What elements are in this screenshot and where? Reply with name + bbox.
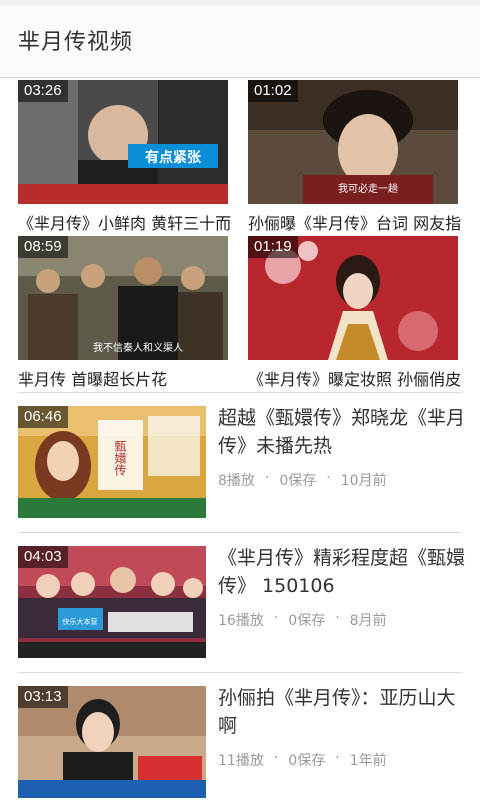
video-title[interactable]: 孙俪拍《芈月传》：亚历山大啊 [218, 684, 466, 740]
duration-badge: 08:59 [18, 236, 68, 258]
meta-separator: · [335, 610, 340, 626]
divider [18, 392, 462, 393]
video-title[interactable]: 《芈月传》小鲜肉 黄轩三十而 [18, 210, 232, 234]
video-title[interactable]: 《芈月传》精彩程度超《甄嬛传》 150106 [218, 544, 466, 600]
video-meta: 8播放 · 0保存 · 10月前 [218, 470, 387, 490]
upload-time: 8月前 [349, 613, 387, 629]
svg-text:有点紧张: 有点紧张 [145, 149, 202, 166]
video-thumbnail[interactable]: 03:13 [18, 686, 206, 798]
svg-text:我不信秦人和义渠人: 我不信秦人和义渠人 [93, 341, 183, 354]
page-title: 芈月传视频 [18, 30, 134, 55]
meta-separator: · [273, 750, 279, 766]
duration-badge: 03:26 [18, 80, 68, 102]
video-thumbnail[interactable]: 快乐大本营 04:03 [18, 546, 206, 658]
meta-separator: · [273, 610, 279, 626]
video-title[interactable]: 超越《甄嬛传》郑晓龙《芈月传》未播先热 [218, 404, 466, 460]
duration-badge: 04:03 [18, 546, 68, 568]
upload-time: 10月前 [340, 473, 387, 489]
save-count: 0保存 [288, 753, 326, 769]
meta-separator: · [264, 470, 270, 486]
divider [18, 672, 462, 673]
svg-text:快乐大本营: 快乐大本营 [63, 617, 98, 626]
upload-time: 1年前 [349, 753, 387, 769]
duration-badge: 06:46 [18, 406, 68, 428]
video-thumbnail[interactable]: 甄嬛传 06:46 [18, 406, 206, 518]
video-thumbnail[interactable]: 我不信秦人和义渠人 08:59 [18, 236, 228, 360]
video-meta: 16播放 · 0保存 · 8月前 [218, 610, 387, 630]
divider [18, 532, 462, 533]
play-count: 8播放 [218, 473, 255, 489]
video-thumbnail[interactable]: 01:19 [248, 236, 458, 360]
svg-text:我可必走一趟: 我可必走一趟 [338, 182, 398, 195]
duration-badge: 03:13 [18, 686, 68, 708]
play-count: 16播放 [218, 613, 264, 629]
app-header: 芈月传视频 [0, 6, 480, 78]
duration-badge: 01:19 [248, 236, 298, 258]
video-title[interactable]: 孙俪曝《芈月传》台词 网友指 [248, 210, 462, 234]
play-count: 11播放 [218, 753, 264, 769]
duration-badge: 01:02 [248, 80, 298, 102]
video-meta: 11播放 · 0保存 · 1年前 [218, 750, 387, 770]
save-count: 0保存 [288, 613, 326, 629]
video-title[interactable]: 《芈月传》曝定妆照 孙俪俏皮 [248, 366, 462, 390]
svg-text:甄嬛传: 甄嬛传 [113, 440, 127, 476]
save-count: 0保存 [279, 473, 317, 489]
video-title[interactable]: 芈月传 首曝超长片花 [18, 366, 232, 390]
video-thumbnail[interactable]: 有点紧张 03:26 [18, 80, 228, 204]
meta-separator: · [326, 470, 331, 486]
video-thumbnail[interactable]: 我可必走一趟 01:02 [248, 80, 458, 204]
meta-separator: · [335, 750, 340, 766]
